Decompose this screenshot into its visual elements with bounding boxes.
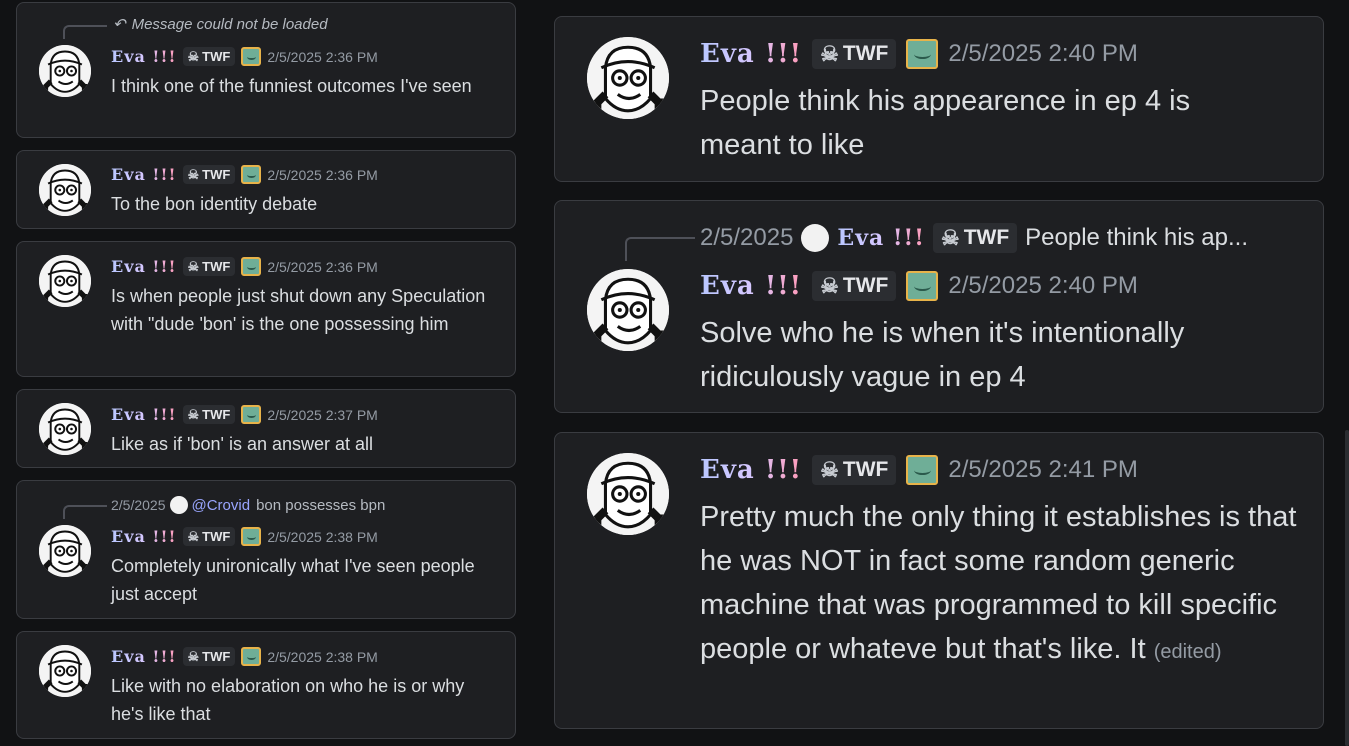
reply-connector (63, 25, 107, 39)
avatar[interactable] (39, 255, 91, 307)
reply-guild-tag: ☠ TWF (932, 223, 1018, 253)
avatar[interactable] (39, 45, 91, 97)
timestamp[interactable]: 2/5/2025 2:36 PM (267, 49, 378, 65)
timestamp[interactable]: 2/5/2025 2:36 PM (267, 167, 378, 183)
reply-arrow-icon: ↶ (113, 16, 126, 33)
skull-icon: ☠ (820, 458, 839, 482)
skull-icon: ☠ (187, 48, 200, 64)
edited-label: (edited) (1153, 641, 1222, 663)
tv-face-icon (906, 455, 939, 485)
skull-icon: ☠ (187, 648, 200, 664)
message-card[interactable]: Eva !!! ☠ TWF 2/5/2025 2:36 PM To the bon… (16, 150, 516, 229)
username[interactable]: Eva !!! (700, 39, 802, 69)
message-text: People think his appearence in ep 4 is m… (700, 85, 1191, 161)
message-card[interactable]: Eva !!! ☠ TWF 2/5/2025 2:41 PM Pretty muc… (554, 432, 1324, 729)
message-card[interactable]: ↶ Message could not be loaded Eva !!! ☠ T… (16, 2, 516, 138)
reply-connector (625, 237, 695, 261)
message-text: Solve who he is when it's intentionally … (700, 317, 1185, 393)
timestamp[interactable]: 2/5/2025 2:38 PM (267, 649, 378, 665)
tv-face-icon (241, 647, 262, 666)
timestamp[interactable]: 2/5/2025 2:40 PM (948, 272, 1137, 300)
avatar[interactable] (39, 645, 91, 697)
timestamp[interactable]: 2/5/2025 2:40 PM (948, 40, 1137, 68)
tv-face-icon (241, 405, 262, 424)
reply-text: People think his ap... (1025, 224, 1248, 251)
message-card[interactable]: Eva !!! ☠ TWF 2/5/2025 2:40 PM People thi… (554, 16, 1324, 182)
reply-text: Message could not be loaded (131, 15, 328, 33)
username[interactable]: Eva !!! (111, 47, 177, 66)
timestamp[interactable]: 2/5/2025 2:41 PM (948, 456, 1137, 484)
avatar[interactable] (39, 403, 91, 455)
avatar[interactable] (587, 37, 669, 119)
guild-tag[interactable]: ☠ TWF (812, 39, 897, 69)
guild-tag[interactable]: ☠ TWF (812, 455, 897, 485)
username[interactable]: Eva !!! (700, 271, 802, 301)
avatar[interactable] (587, 269, 669, 351)
message-text: I think one of the funniest outcomes I'v… (111, 76, 472, 96)
guild-tag[interactable]: ☠ TWF (182, 257, 236, 276)
username[interactable]: Eva !!! (111, 527, 177, 546)
avatar[interactable] (39, 164, 91, 216)
skull-icon: ☠ (820, 274, 839, 298)
tv-face-icon (906, 39, 939, 69)
guild-tag[interactable]: ☠ TWF (182, 405, 236, 424)
tv-face-icon (241, 165, 262, 184)
message-card[interactable]: Eva !!! ☠ TWF 2/5/2025 2:36 PM Is when pe… (16, 241, 516, 377)
skull-icon: ☠ (187, 166, 200, 182)
username[interactable]: Eva !!! (111, 647, 177, 666)
message-card[interactable]: 2/5/2025 Eva !!! ☠ TWF People think his a… (554, 200, 1324, 413)
reply-mention[interactable]: @Crovid (192, 497, 251, 514)
skull-icon: ☠ (187, 258, 200, 274)
avatar[interactable] (587, 453, 669, 535)
skull-icon: ☠ (940, 226, 960, 250)
guild-tag[interactable]: ☠ TWF (812, 271, 897, 301)
reply-username[interactable]: Eva !!! (837, 225, 924, 251)
timestamp[interactable]: 2/5/2025 2:36 PM (267, 259, 378, 275)
tv-face-icon (241, 527, 262, 546)
reply-preview[interactable]: 2/5/2025 Eva !!! ☠ TWF People think his a… (700, 223, 1310, 253)
message-card[interactable]: 2/5/2025 @Crovid bon possesses bpn Eva !… (16, 480, 516, 619)
scrollbar[interactable] (1345, 430, 1349, 746)
message-card[interactable]: Eva !!! ☠ TWF 2/5/2025 2:38 PM Like with … (16, 631, 516, 739)
message-text: Like as if 'bon' is an answer at all (111, 434, 374, 454)
username[interactable]: Eva !!! (111, 405, 177, 424)
message-text: Like with no elaboration on who he is or… (111, 676, 465, 724)
reply-connector (63, 505, 107, 519)
reply-avatar (169, 496, 188, 514)
tv-face-icon (241, 47, 262, 66)
username[interactable]: Eva !!! (111, 165, 177, 184)
message-text: To the bon identity debate (111, 194, 318, 214)
tv-face-icon (241, 257, 262, 276)
reply-timestamp: 2/5/2025 (700, 224, 794, 251)
username[interactable]: Eva !!! (700, 455, 802, 485)
tv-face-icon (906, 271, 939, 301)
skull-icon: ☠ (187, 528, 200, 544)
message-text: Pretty much the only thing it establishe… (700, 495, 1300, 674)
avatar[interactable] (39, 525, 91, 577)
reply-text: bon possesses bpn (256, 496, 386, 514)
guild-tag[interactable]: ☠ TWF (182, 527, 236, 546)
guild-tag[interactable]: ☠ TWF (182, 647, 236, 666)
username[interactable]: Eva !!! (111, 257, 177, 276)
guild-tag[interactable]: ☠ TWF (182, 47, 236, 66)
timestamp[interactable]: 2/5/2025 2:37 PM (267, 407, 378, 423)
skull-icon: ☠ (820, 42, 839, 66)
message-text: Is when people just shut down any Specul… (111, 286, 486, 334)
guild-tag[interactable]: ☠ TWF (182, 165, 236, 184)
reply-preview[interactable]: ↶ Message could not be loaded (113, 15, 328, 34)
reply-preview[interactable]: 2/5/2025 @Crovid bon possesses bpn (111, 496, 511, 514)
skull-icon: ☠ (187, 406, 200, 422)
reply-avatar (801, 224, 830, 252)
timestamp[interactable]: 2/5/2025 2:38 PM (267, 529, 378, 545)
reply-timestamp: 2/5/2025 (111, 497, 166, 513)
message-card[interactable]: Eva !!! ☠ TWF 2/5/2025 2:37 PM Like as if… (16, 389, 516, 468)
message-text: Completely unironically what I've seen p… (111, 556, 475, 604)
